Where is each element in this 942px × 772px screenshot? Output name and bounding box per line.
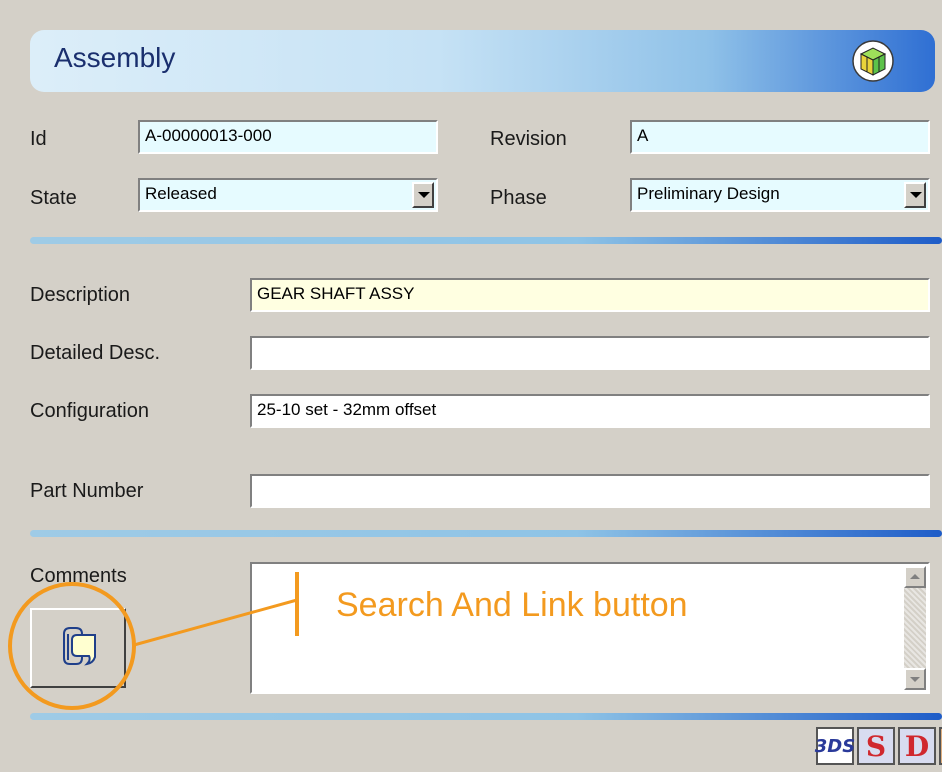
3ds-logo-text: 3DS — [814, 735, 856, 757]
comments-scrollbar[interactable] — [904, 566, 926, 690]
logo-letter-s: S — [857, 727, 895, 765]
state-select[interactable]: Released — [138, 178, 438, 212]
detailed-desc-label: Detailed Desc. — [30, 342, 161, 364]
id-label: Id — [30, 128, 47, 150]
header-bar: Assembly — [30, 30, 935, 92]
scroll-up-icon[interactable] — [904, 566, 926, 588]
brand-logos: 3DS S D E — [814, 727, 942, 767]
configuration-field[interactable]: 25-10 set - 32mm offset — [250, 394, 930, 428]
annotation-label: Search And Link button — [336, 586, 688, 624]
annotation-highlight-circle — [8, 582, 136, 710]
phase-label: Phase — [490, 187, 547, 209]
part-number-field[interactable] — [250, 474, 930, 508]
scroll-down-icon[interactable] — [904, 668, 926, 690]
phase-select[interactable]: Preliminary Design — [630, 178, 930, 212]
chevron-down-icon[interactable] — [412, 182, 434, 208]
detailed-desc-field[interactable] — [250, 336, 930, 370]
chevron-down-icon[interactable] — [904, 182, 926, 208]
section-divider — [30, 237, 942, 244]
configuration-label: Configuration — [30, 400, 149, 422]
revision-label: Revision — [490, 128, 567, 150]
id-field[interactable]: A-00000013-000 — [138, 120, 438, 154]
state-label: State — [30, 187, 77, 209]
assembly-form-panel: Assembly Id A-00000013-000 Revision A St… — [0, 0, 942, 772]
comments-textarea[interactable] — [250, 562, 930, 694]
revision-field[interactable]: A — [630, 120, 930, 154]
section-divider — [30, 530, 942, 537]
part-number-label: Part Number — [30, 480, 144, 502]
description-label: Description — [30, 284, 131, 306]
phase-select-value: Preliminary Design — [637, 184, 780, 203]
3ds-logo-icon: 3DS — [814, 727, 856, 765]
state-select-value: Released — [145, 184, 217, 203]
logo-letter-d: D — [898, 727, 936, 765]
section-divider — [30, 713, 942, 720]
description-field[interactable]: GEAR SHAFT ASSY — [250, 278, 930, 312]
assembly-cube-icon — [852, 40, 894, 82]
page-title: Assembly — [54, 42, 176, 73]
